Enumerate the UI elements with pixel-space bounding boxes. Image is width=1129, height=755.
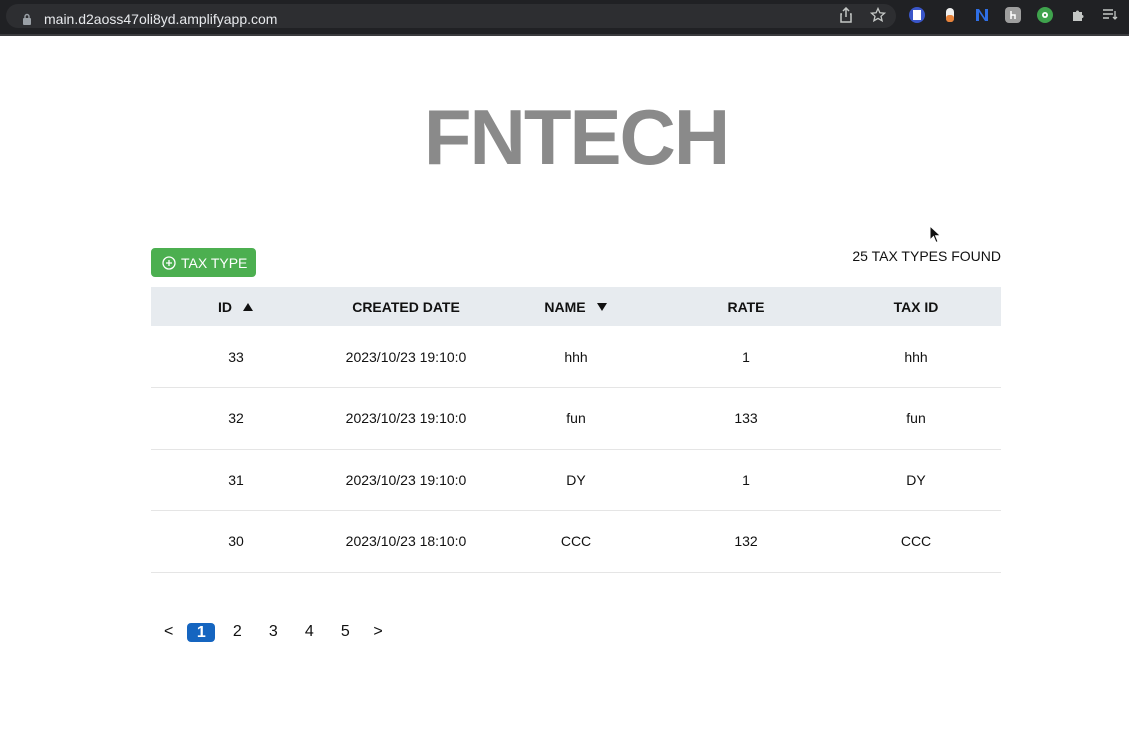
mouse-cursor-icon — [929, 225, 942, 244]
page-button-4[interactable]: 4 — [291, 623, 327, 641]
page-button-5[interactable]: 5 — [327, 623, 363, 641]
table-row[interactable]: 31 2023/10/23 19:10:0 DY 1 DY — [151, 449, 1001, 511]
cell-rate: 133 — [734, 410, 758, 427]
results-count: 25 TAX TYPES FOUND — [852, 248, 1001, 264]
table-row[interactable]: 30 2023/10/23 18:10:0 CCC 132 CCC — [151, 511, 1001, 572]
add-tax-type-label: TAX TYPE — [181, 254, 248, 271]
lock-icon — [23, 13, 31, 25]
cell-rate: 1 — [742, 348, 750, 365]
cell-tax-id: fun — [906, 410, 926, 427]
add-tax-type-button[interactable]: TAX TYPE — [151, 248, 256, 277]
extension-blue-doc-icon[interactable] — [909, 7, 925, 23]
column-header-rate[interactable]: RATE — [661, 287, 831, 326]
bookmark-star-icon[interactable] — [869, 6, 887, 24]
cell-id: 32 — [228, 410, 244, 427]
column-header-name[interactable]: NAME — [491, 287, 661, 326]
cell-name: hhh — [564, 348, 588, 365]
page-logo: FNTECH — [423, 93, 730, 181]
column-header-created-date[interactable]: CREATED DATE — [321, 287, 491, 326]
cell-name: CCC — [560, 533, 592, 550]
tax-types-table: ID CREATED DATE NAME RATE TAX ID 33 2023… — [151, 287, 1001, 573]
reading-list-icon[interactable] — [1101, 6, 1119, 24]
cell-tax-id: DY — [906, 471, 926, 488]
cell-rate: 1 — [742, 471, 750, 488]
pagination: < 1 2 3 4 5 > — [151, 621, 390, 643]
cell-rate: 132 — [734, 533, 758, 550]
column-header-created-date-label: CREATED DATE — [352, 298, 460, 315]
extension-gray-icon[interactable] — [1005, 7, 1021, 23]
cell-created-date: 2023/10/23 18:10:0 — [345, 533, 467, 550]
next-page-button[interactable]: > — [366, 623, 389, 641]
cell-created-date: 2023/10/23 19:10:0 — [345, 471, 467, 488]
previous-page-button[interactable]: < — [157, 623, 180, 641]
page-button-3[interactable]: 3 — [255, 623, 291, 641]
share-icon[interactable] — [837, 6, 855, 24]
address-bar[interactable]: main.d2aoss47oli8yd.amplifyapp.com — [6, 4, 896, 28]
cell-id: 31 — [228, 471, 244, 488]
page-button-2[interactable]: 2 — [219, 623, 255, 641]
url-text[interactable]: main.d2aoss47oli8yd.amplifyapp.com — [44, 11, 277, 27]
column-header-id[interactable]: ID — [151, 287, 321, 326]
plus-circle-icon — [162, 255, 176, 270]
table-header-row: ID CREATED DATE NAME RATE TAX ID — [151, 287, 1001, 326]
page-button-1[interactable]: 1 — [187, 622, 216, 642]
cell-name: fun — [566, 410, 586, 427]
cell-name: DY — [566, 471, 586, 488]
sort-descending-icon[interactable] — [596, 302, 608, 312]
extension-pill-icon[interactable] — [941, 6, 959, 24]
cell-id: 30 — [228, 533, 244, 550]
table-row[interactable]: 32 2023/10/23 19:10:0 fun 133 fun — [151, 388, 1001, 449]
cell-tax-id: CCC — [900, 533, 932, 550]
column-header-name-label: NAME — [544, 298, 586, 315]
column-header-tax-id[interactable]: TAX ID — [831, 287, 1001, 326]
cell-tax-id: hhh — [904, 348, 928, 365]
column-header-tax-id-label: TAX ID — [893, 298, 939, 315]
cell-created-date: 2023/10/23 19:10:0 — [345, 410, 467, 427]
column-header-rate-label: RATE — [727, 298, 765, 315]
puzzle-icon[interactable] — [1069, 6, 1087, 24]
table-row[interactable]: 33 2023/10/23 19:10:0 hhh 1 hhh — [151, 326, 1001, 388]
extension-green-icon[interactable] — [1037, 7, 1053, 23]
cell-id: 33 — [228, 348, 244, 365]
browser-toolbar: main.d2aoss47oli8yd.amplifyapp.com — [0, 0, 1129, 36]
column-header-id-label: ID — [218, 298, 232, 315]
cell-created-date: 2023/10/23 19:10:0 — [345, 348, 467, 365]
extension-n-icon[interactable] — [973, 6, 991, 24]
sort-ascending-icon[interactable] — [242, 302, 254, 312]
